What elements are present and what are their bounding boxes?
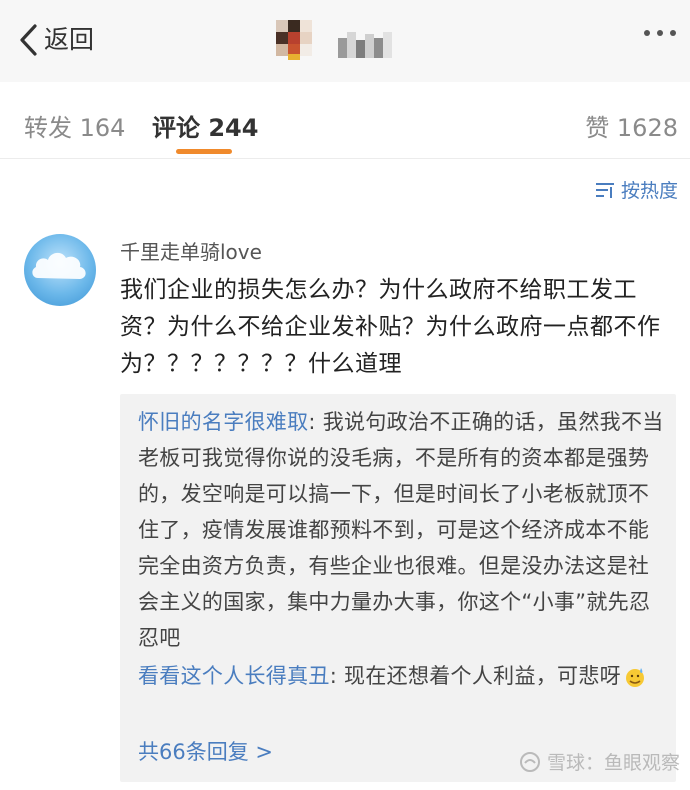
commenter-avatar[interactable] xyxy=(24,234,96,306)
view-all-replies-link[interactable]: 共66条回复 > xyxy=(138,736,273,766)
sweat-smile-emoji-icon xyxy=(625,668,644,687)
more-dot-icon xyxy=(644,30,650,36)
tab-comments[interactable]: 评论 244 xyxy=(152,108,258,143)
blurred-name-icon xyxy=(338,32,392,58)
active-tab-indicator xyxy=(176,149,232,154)
sort-by-hot-button[interactable]: 按热度 xyxy=(595,176,678,203)
reply-item: 看看这个人长得真丑: 现在还想着个人利益，可悲呀 xyxy=(138,658,668,694)
reply-item: 怀旧的名字很难取: 我说句政治不正确的话，虽然我不当老板可我觉得你说的没毛病，不… xyxy=(138,404,668,656)
top-nav-bar: 返回 xyxy=(0,0,690,83)
snowball-logo-icon xyxy=(519,751,540,772)
comment-text: 我们企业的损失怎么办？为什么政府不给职工发工资？为什么不给企业发补贴？为什么政府… xyxy=(120,277,661,377)
sort-label: 按热度 xyxy=(620,180,678,202)
more-dot-icon xyxy=(670,30,676,36)
watermark-text: 雪球：鱼眼观察 xyxy=(546,752,680,774)
chevron-left-icon xyxy=(20,24,37,56)
back-button[interactable]: 返回 xyxy=(18,22,94,58)
replies-box: 怀旧的名字很难取: 我说句政治不正确的话，虽然我不当老板可我觉得你说的没毛病，不… xyxy=(120,394,676,782)
reply-author[interactable]: 怀旧的名字很难取 xyxy=(138,410,308,434)
commenter-username[interactable]: 千里走单骑love xyxy=(120,236,262,265)
reply-text: : 我说句政治不正确的话，虽然我不当老板可我觉得你说的没毛病，不是所有的资本都是… xyxy=(138,410,664,650)
tab-reposts[interactable]: 转发 164 xyxy=(24,108,125,143)
reply-text: : 现在还想着个人利益，可悲呀 xyxy=(329,664,621,688)
blurred-avatar-icon xyxy=(276,20,312,60)
tab-bar: 转发 164 评论 244 赞 1628 xyxy=(0,82,690,159)
watermark: 雪球：鱼眼观察 xyxy=(519,748,680,775)
back-label: 返回 xyxy=(44,25,95,54)
sort-icon xyxy=(595,182,614,198)
tab-likes[interactable]: 赞 1628 xyxy=(585,108,678,143)
more-dot-icon xyxy=(657,30,663,36)
more-options-button[interactable] xyxy=(644,30,676,36)
cloud-icon xyxy=(32,252,86,279)
reply-author[interactable]: 看看这个人长得真丑 xyxy=(138,664,330,688)
